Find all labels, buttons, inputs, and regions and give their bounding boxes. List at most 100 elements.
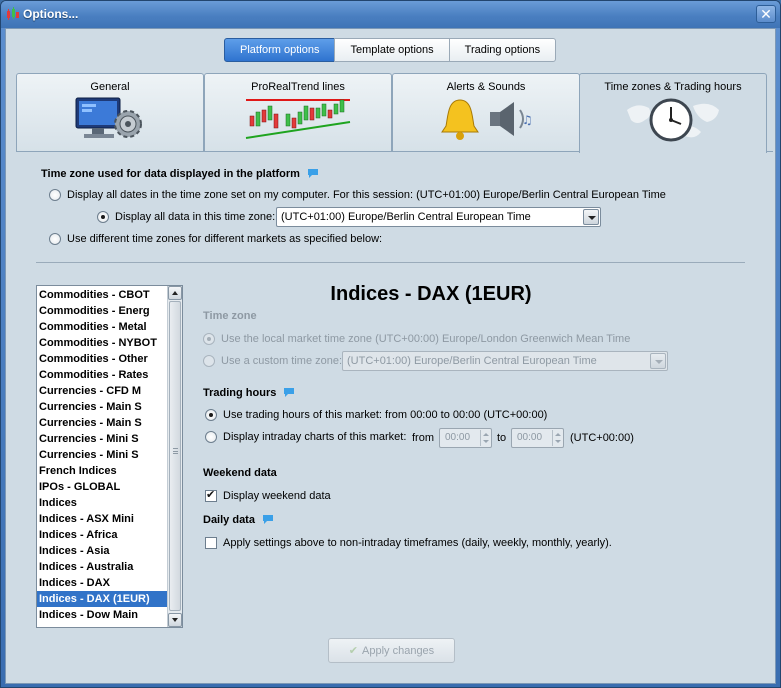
daily-checkbox[interactable] <box>205 537 217 549</box>
daily-heading: Daily data <box>203 514 274 526</box>
list-item[interactable]: Commodities - NYBOT <box>37 335 167 351</box>
daily-label: Apply settings above to non-intraday tim… <box>223 537 612 549</box>
list-item[interactable]: Indices - DAX (1EUR) <box>37 591 167 607</box>
tab-platform-options[interactable]: Platform options <box>224 38 336 62</box>
option-weekend-data[interactable]: Display weekend data <box>205 488 331 502</box>
list-item[interactable]: Commodities - CBOT <box>37 287 167 303</box>
clock-world-icon <box>627 98 719 142</box>
tab-template-options[interactable]: Template options <box>334 38 450 62</box>
list-item[interactable]: Currencies - Mini S <box>37 431 167 447</box>
tab-time-zones-label: Time zones & Trading hours <box>604 81 742 93</box>
list-item[interactable]: Indices - ASX Mini <box>37 511 167 527</box>
radio-local-market-timezone[interactable] <box>203 333 215 345</box>
client-area: Platform options Template options Tradin… <box>5 28 776 684</box>
apply-changes-button[interactable]: ✔ Apply changes <box>328 638 455 663</box>
list-item[interactable]: Commodities - Other <box>37 351 167 367</box>
option-market-trading-hours[interactable]: Use trading hours of this market: from 0… <box>205 409 547 421</box>
svg-text:♫: ♫ <box>522 113 533 127</box>
list-item[interactable]: Commodities - Energ <box>37 303 167 319</box>
scroll-up-icon[interactable] <box>168 286 182 300</box>
radio-this-timezone[interactable] <box>97 211 109 223</box>
help-bubble-icon[interactable] <box>307 168 319 178</box>
to-time-value: 00:00 <box>517 432 543 443</box>
weekend-checkbox[interactable] <box>205 488 217 502</box>
list-item[interactable]: Currencies - Mini S <box>37 447 167 463</box>
radio-intraday-hours[interactable] <box>205 431 217 443</box>
tab-trading-options[interactable]: Trading options <box>448 38 557 62</box>
option-this-timezone[interactable]: Display all data in this time zone: <box>97 211 275 223</box>
daily-heading-text: Daily data <box>203 514 255 526</box>
market-timezone-heading: Time zone <box>203 310 257 322</box>
help-bubble-icon[interactable] <box>262 514 274 524</box>
chevron-down-icon[interactable] <box>583 209 599 225</box>
timezone-heading-text: Time zone used for data displayed in the… <box>41 168 300 180</box>
list-item[interactable]: Commodities - Rates <box>37 367 167 383</box>
list-item[interactable]: Currencies - Main S <box>37 399 167 415</box>
close-button[interactable]: ✕ <box>756 5 776 23</box>
list-item[interactable]: Commodities - Metal <box>37 319 167 335</box>
from-label: from <box>412 432 434 444</box>
market-list-scrollbar[interactable] <box>167 286 182 627</box>
weekend-label: Display weekend data <box>223 490 331 502</box>
list-item[interactable]: Indices <box>37 495 167 511</box>
app-candlestick-icon <box>7 7 19 20</box>
title-bar[interactable]: Options... ✕ <box>1 1 780 28</box>
tab-panel-border <box>16 151 579 152</box>
scroll-down-icon[interactable] <box>168 613 182 627</box>
option-intraday-hours[interactable]: Display intraday charts of this market: <box>205 431 406 443</box>
help-bubble-icon[interactable] <box>283 387 295 397</box>
radio-custom-timezone[interactable] <box>203 355 215 367</box>
market-list[interactable]: Commodities - CBOT Commodities - Energ Com… <box>36 285 183 628</box>
chevron-down-icon[interactable] <box>650 353 666 369</box>
list-item[interactable]: Indices - Australia <box>37 559 167 575</box>
spinner-arrows-icon[interactable] <box>480 430 490 446</box>
option-different-timezones[interactable]: Use different time zones for different m… <box>49 233 382 245</box>
option-computer-timezone[interactable]: Display all dates in the time zone set o… <box>49 189 666 201</box>
to-label: to <box>497 432 507 444</box>
trading-hours-heading: Trading hours <box>203 387 295 399</box>
tab-general[interactable]: General <box>16 73 204 151</box>
apply-changes-label: Apply changes <box>362 645 435 657</box>
tab-prorealtrend-lines[interactable]: ProRealTrend lines <box>204 73 392 151</box>
option-intraday-label: Display intraday charts of this market: <box>223 431 407 443</box>
monitor-gear-icon <box>75 97 142 138</box>
bell-speaker-icon: ♫ <box>441 99 533 140</box>
tab-alerts-label: Alerts & Sounds <box>446 81 526 93</box>
tab-prorealtrend-label: ProRealTrend lines <box>251 81 345 93</box>
list-item[interactable]: Indices - Dow Main <box>37 607 167 623</box>
tab-time-zones-trading-hours[interactable]: Time zones & Trading hours <box>579 73 767 153</box>
option-market-hours-label: Use trading hours of this market: from 0… <box>223 409 548 421</box>
to-time-spinner[interactable]: 00:00 <box>511 428 564 448</box>
radio-market-trading-hours[interactable] <box>205 409 217 421</box>
radio-different-timezones[interactable] <box>49 233 61 245</box>
option-custom-label: Use a custom time zone: <box>221 355 343 367</box>
custom-timezone-select[interactable]: (UTC+01:00) Europe/Berlin Central Europe… <box>342 351 668 371</box>
list-item[interactable]: Currencies - CFD M <box>37 383 167 399</box>
spinner-arrows-icon[interactable] <box>552 430 562 446</box>
close-icon: ✕ <box>760 6 772 22</box>
tab-alerts-sounds[interactable]: Alerts & Sounds ♫ <box>392 73 580 151</box>
trend-chart-icon <box>245 99 351 139</box>
option-custom-timezone[interactable]: Use a custom time zone: <box>203 355 342 367</box>
scroll-thumb[interactable] <box>169 301 181 611</box>
list-item[interactable]: IPOs - GLOBAL <box>37 479 167 495</box>
top-tab-bar: Platform options Template options Tradin… <box>224 38 557 62</box>
market-list-items: Commodities - CBOT Commodities - Energ Com… <box>37 287 182 623</box>
radio-computer-timezone[interactable] <box>49 189 61 201</box>
list-item[interactable]: French Indices <box>37 463 167 479</box>
checkmark-icon: ✔ <box>348 644 359 657</box>
option-local-market-timezone[interactable]: Use the local market time zone (UTC+00:0… <box>203 333 630 345</box>
option-this-timezone-label: Display all data in this time zone: <box>115 211 276 223</box>
list-item[interactable]: Currencies - Main S <box>37 415 167 431</box>
list-item[interactable]: Indices - Africa <box>37 527 167 543</box>
from-time-spinner[interactable]: 00:00 <box>439 428 492 448</box>
timezone-select[interactable]: (UTC+01:00) Europe/Berlin Central Europe… <box>276 207 601 227</box>
market-title: Indices - DAX (1EUR) <box>330 283 532 305</box>
tab-general-label: General <box>90 81 130 93</box>
option-daily-data[interactable]: Apply settings above to non-intraday tim… <box>205 537 612 549</box>
custom-timezone-value: (UTC+01:00) Europe/Berlin Central Europe… <box>347 355 597 367</box>
list-item[interactable]: Indices - Asia <box>37 543 167 559</box>
category-tab-bar: General ProRealTrend lines Alerts & Soun… <box>16 73 581 151</box>
list-item[interactable]: Indices - DAX <box>37 575 167 591</box>
grip-icon <box>173 448 178 454</box>
